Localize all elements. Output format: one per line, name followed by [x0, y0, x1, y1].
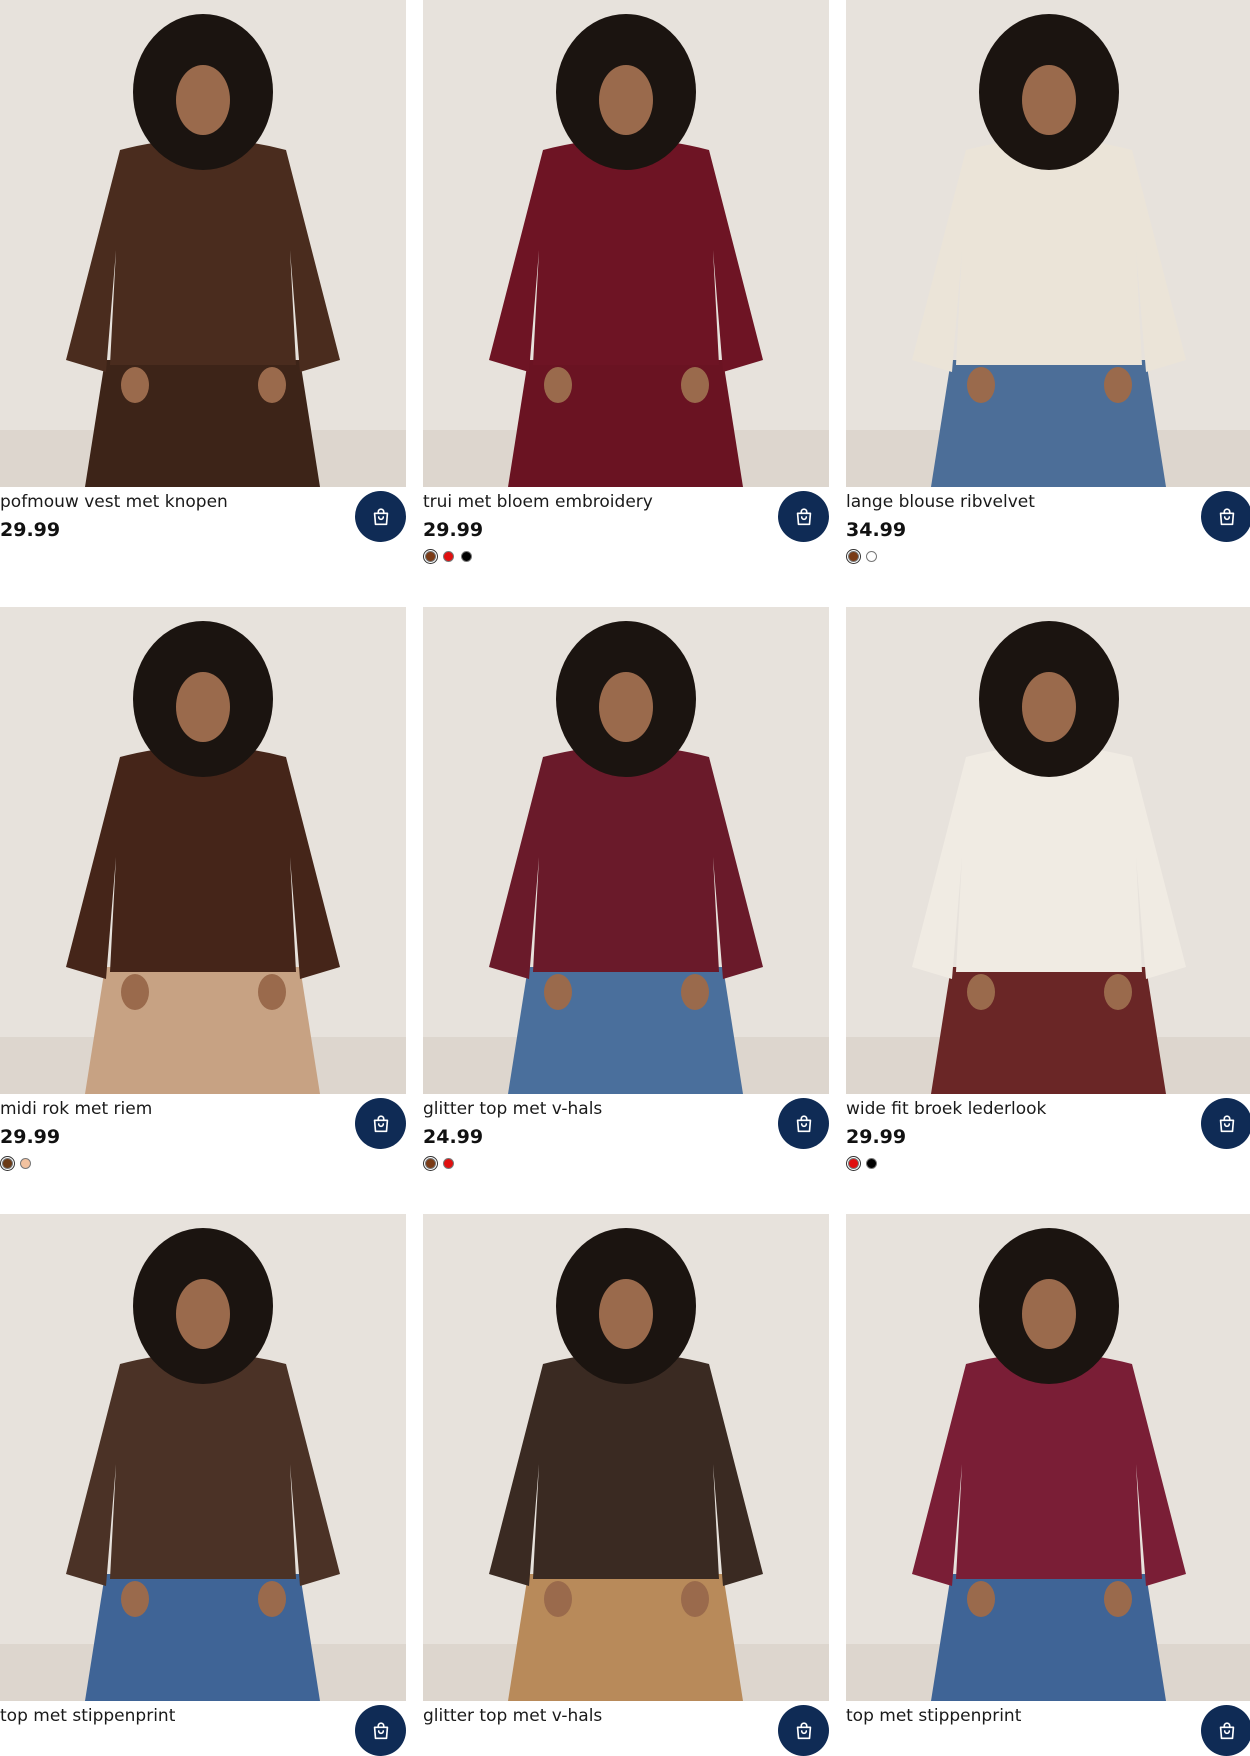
add-to-cart-button[interactable] — [778, 1098, 829, 1149]
product-price: 29.99 — [423, 519, 484, 541]
shopping-bag-icon — [796, 507, 811, 525]
add-to-cart-button[interactable] — [1201, 1705, 1250, 1756]
product-price: 29.99 — [846, 1126, 907, 1148]
color-swatches — [423, 549, 472, 564]
product-price: 29.99 — [0, 519, 61, 541]
add-to-cart-button[interactable] — [355, 491, 406, 542]
product-image[interactable] — [846, 1214, 1250, 1701]
product-title[interactable]: wide fit broek lederlook — [846, 1099, 1046, 1119]
product-image[interactable] — [0, 1214, 406, 1701]
add-to-cart-button[interactable] — [355, 1705, 406, 1756]
product-price: 34.99 — [846, 519, 907, 541]
product-title[interactable]: trui met bloem embroidery — [423, 492, 653, 512]
product-image[interactable] — [423, 0, 829, 487]
color-swatches — [846, 549, 877, 564]
shopping-bag-icon — [373, 1114, 388, 1132]
color-swatch[interactable] — [443, 551, 454, 562]
product-title[interactable]: glitter top met v-hals — [423, 1099, 602, 1119]
product-price: 29.99 — [0, 1126, 61, 1148]
product-title[interactable]: pofmouw vest met knopen — [0, 492, 228, 512]
color-swatches — [0, 1156, 31, 1171]
shopping-bag-icon — [796, 1721, 811, 1739]
color-swatch[interactable] — [846, 549, 861, 564]
shopping-bag-icon — [373, 507, 388, 525]
product-price: 24.99 — [423, 1126, 484, 1148]
product-title[interactable]: midi rok met riem — [0, 1099, 152, 1119]
color-swatch[interactable] — [846, 1156, 861, 1171]
product-image[interactable] — [0, 0, 406, 487]
color-swatch[interactable] — [423, 1156, 438, 1171]
add-to-cart-button[interactable] — [1201, 1098, 1250, 1149]
shopping-bag-icon — [1219, 507, 1234, 525]
color-swatches — [846, 1156, 877, 1171]
product-title[interactable]: lange blouse ribvelvet — [846, 492, 1035, 512]
shopping-bag-icon — [796, 1114, 811, 1132]
add-to-cart-button[interactable] — [1201, 491, 1250, 542]
shopping-bag-icon — [373, 1721, 388, 1739]
product-image[interactable] — [423, 1214, 829, 1701]
shopping-bag-icon — [1219, 1721, 1234, 1739]
product-image[interactable] — [846, 607, 1250, 1094]
color-swatch[interactable] — [866, 551, 877, 562]
color-swatch[interactable] — [866, 1158, 877, 1169]
add-to-cart-button[interactable] — [355, 1098, 406, 1149]
product-image[interactable] — [846, 0, 1250, 487]
color-swatch[interactable] — [20, 1158, 31, 1169]
product-title[interactable]: glitter top met v-hals — [423, 1706, 602, 1726]
product-image[interactable] — [423, 607, 829, 1094]
product-image[interactable] — [0, 607, 406, 1094]
color-swatch[interactable] — [443, 1158, 454, 1169]
color-swatches — [423, 1156, 454, 1171]
color-swatch[interactable] — [461, 551, 472, 562]
add-to-cart-button[interactable] — [778, 1705, 829, 1756]
shopping-bag-icon — [1219, 1114, 1234, 1132]
add-to-cart-button[interactable] — [778, 491, 829, 542]
product-title[interactable]: top met stippenprint — [846, 1706, 1021, 1726]
color-swatch[interactable] — [423, 549, 438, 564]
product-title[interactable]: top met stippenprint — [0, 1706, 175, 1726]
color-swatch[interactable] — [0, 1156, 15, 1171]
